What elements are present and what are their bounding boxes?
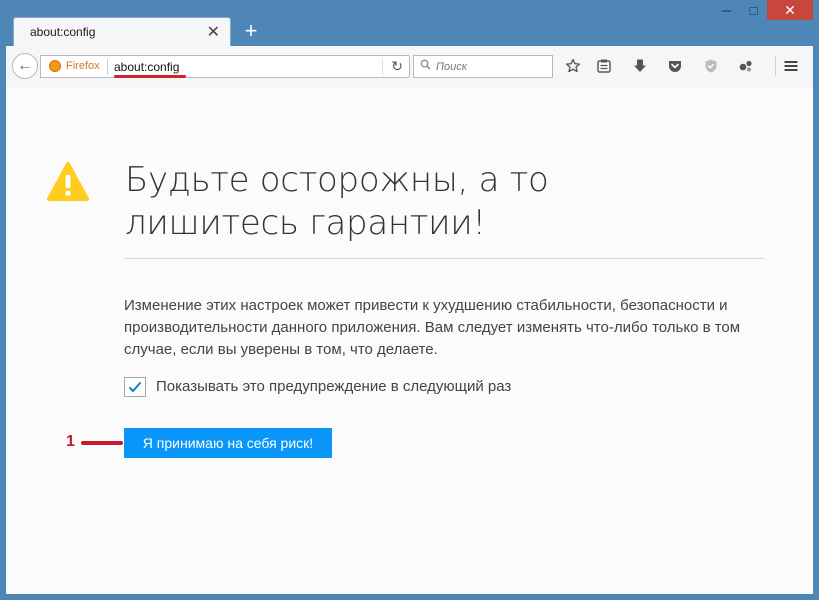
warning-icon (47, 162, 89, 201)
divider (124, 258, 765, 259)
minimize-button[interactable]: ─ (713, 0, 740, 20)
checkmark-icon (128, 381, 142, 393)
warning-description: Изменение этих настроек может привести к… (124, 297, 741, 358)
show-warning-checkbox[interactable] (124, 377, 146, 397)
download-icon[interactable] (630, 56, 650, 76)
search-input[interactable] (436, 58, 546, 75)
window-controls: ─ □ ✕ (713, 0, 813, 20)
url-bar[interactable]: Firefox about:config ↻ (40, 55, 410, 78)
warning-page: Будьте осторожны, а то лишитесь гарантии… (6, 87, 813, 594)
identity-label: Firefox (66, 60, 100, 72)
titlebar: ─ □ ✕ about:config ✕ + (0, 0, 819, 46)
annotation-line (81, 441, 123, 445)
annotation-underline (114, 75, 186, 78)
reload-separator (382, 59, 383, 75)
tab-title: about:config (30, 25, 96, 39)
reading-list-icon[interactable] (594, 56, 614, 76)
annotation-number: 1 (66, 433, 75, 450)
navigation-toolbar: ← Firefox about:config ↻ (6, 46, 813, 88)
window-bottom-border (0, 594, 819, 600)
menu-icon[interactable] (781, 56, 801, 76)
browser-window: ─ □ ✕ about:config ✕ + ← Firefox about:c… (0, 0, 819, 600)
identity-box[interactable]: Firefox (49, 60, 100, 72)
toolbar-separator (775, 56, 776, 76)
page-title: Будьте осторожны, а то лишитесь гарантии… (125, 160, 549, 243)
back-arrow-icon: ← (17, 57, 33, 74)
back-button[interactable]: ← (12, 53, 38, 79)
url-separator (107, 59, 108, 75)
url-text[interactable]: about:config (114, 60, 179, 74)
tab-about-config[interactable]: about:config ✕ (13, 17, 231, 46)
search-bar[interactable] (413, 55, 553, 78)
pocket-icon[interactable] (665, 56, 685, 76)
tab-close-icon[interactable]: ✕ (207, 22, 220, 42)
maximize-button[interactable]: □ (740, 0, 767, 20)
firefox-icon (49, 60, 61, 72)
bookmark-star-icon[interactable] (563, 56, 583, 76)
search-icon (420, 59, 431, 70)
shield-icon[interactable] (701, 56, 721, 76)
accept-risk-button[interactable]: Я принимаю на себя риск! (124, 428, 332, 458)
new-tab-button[interactable]: + (239, 17, 263, 45)
checkbox-label[interactable]: Показывать это предупреждение в следующи… (156, 378, 511, 395)
close-window-button[interactable]: ✕ (767, 0, 813, 20)
reload-icon[interactable]: ↻ (391, 58, 403, 75)
extension-icon[interactable] (736, 56, 756, 76)
